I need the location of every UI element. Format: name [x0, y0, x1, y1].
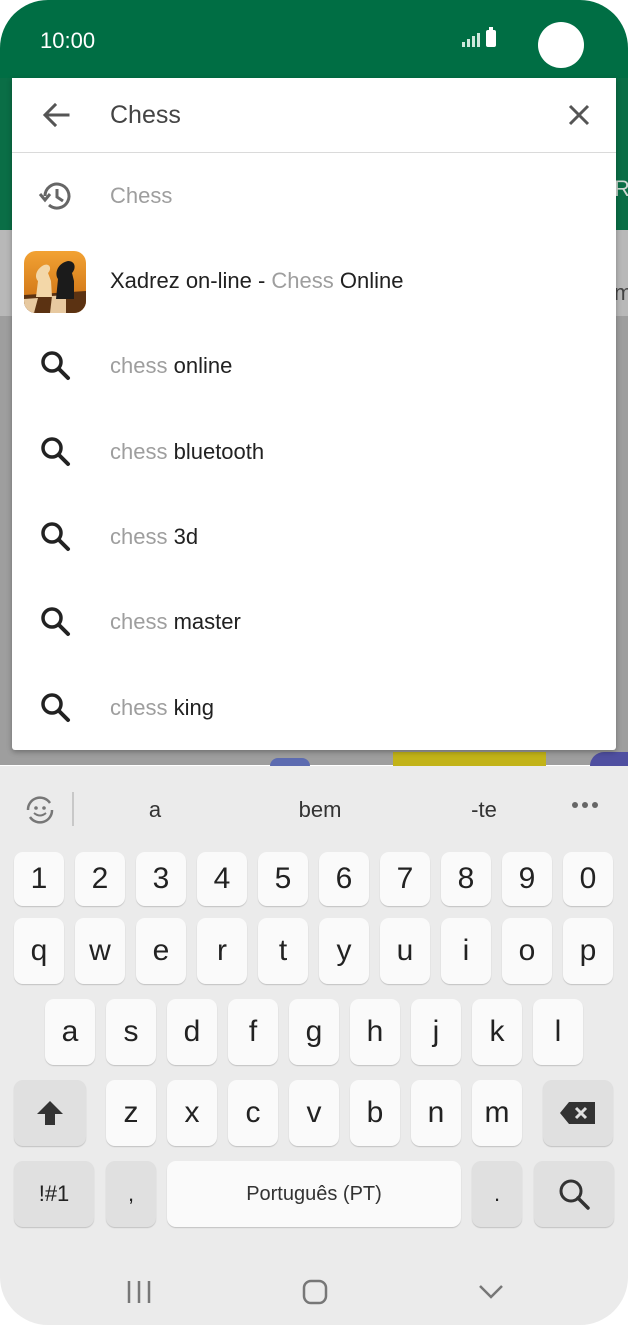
- search-header: [12, 78, 616, 153]
- keyboard-toolbar: a bem -te: [0, 766, 628, 848]
- suggestion-label: chess online: [110, 353, 233, 378]
- search-input[interactable]: [110, 94, 550, 136]
- peek-shape: [270, 758, 310, 766]
- history-icon: [36, 176, 76, 216]
- search-key[interactable]: [534, 1161, 614, 1227]
- key-2[interactable]: 2: [75, 852, 125, 906]
- key-j[interactable]: j: [411, 999, 461, 1065]
- key-y[interactable]: y: [319, 918, 369, 984]
- key-p[interactable]: p: [563, 918, 613, 984]
- search-icon: [36, 346, 76, 386]
- key-l[interactable]: l: [533, 999, 583, 1065]
- suggestion-label: Xadrez on-line - Chess Online: [110, 268, 404, 293]
- navigation-bar: [0, 1258, 628, 1325]
- key-o[interactable]: o: [502, 918, 552, 984]
- key-8[interactable]: 8: [441, 852, 491, 906]
- close-icon[interactable]: [562, 98, 596, 132]
- comma-key[interactable]: ,: [106, 1161, 156, 1227]
- search-icon: [36, 688, 76, 728]
- toolbar-divider: [72, 792, 74, 826]
- key-r[interactable]: r: [197, 918, 247, 984]
- key-e[interactable]: e: [136, 918, 186, 984]
- signal-icon: [462, 31, 480, 47]
- key-t[interactable]: t: [258, 918, 308, 984]
- key-u[interactable]: u: [380, 918, 430, 984]
- suggestion-query[interactable]: chess bluetooth: [12, 410, 616, 496]
- prediction[interactable]: a: [149, 797, 161, 823]
- key-a[interactable]: a: [45, 999, 95, 1065]
- key-s[interactable]: s: [106, 999, 156, 1065]
- camera-cutout: [538, 22, 584, 68]
- back-chevron-icon[interactable]: [467, 1268, 515, 1316]
- key-c[interactable]: c: [228, 1080, 278, 1146]
- shift-icon[interactable]: [14, 1080, 86, 1146]
- key-b[interactable]: b: [350, 1080, 400, 1146]
- backspace-icon[interactable]: [543, 1080, 613, 1146]
- suggestion-label: Chess: [110, 183, 173, 208]
- prediction[interactable]: bem: [299, 797, 342, 823]
- peek-banner-blue: [590, 752, 628, 766]
- key-q[interactable]: q: [14, 918, 64, 984]
- key-h[interactable]: h: [350, 999, 400, 1065]
- suggestion-label: chess bluetooth: [110, 439, 265, 464]
- symbols-key[interactable]: !#1: [14, 1161, 94, 1227]
- key-x[interactable]: x: [167, 1080, 217, 1146]
- battery-icon: [486, 27, 496, 47]
- suggestion-query[interactable]: chess 3d: [12, 495, 616, 581]
- suggestion-app[interactable]: Xadrez on-line - Chess Online: [12, 239, 616, 325]
- space-key[interactable]: Português (PT): [167, 1161, 461, 1227]
- key-d[interactable]: d: [167, 999, 217, 1065]
- key-f[interactable]: f: [228, 999, 278, 1065]
- key-w[interactable]: w: [75, 918, 125, 984]
- key-v[interactable]: v: [289, 1080, 339, 1146]
- home-icon[interactable]: [291, 1268, 339, 1316]
- peek-banner-yellow: [393, 752, 546, 766]
- search-panel: Chess Xadrez on-line - Chess Online: [12, 78, 616, 750]
- suggestion-label: chess master: [110, 609, 241, 634]
- peek-text-r: R: [614, 176, 628, 201]
- status-time: 10:00: [40, 28, 96, 53]
- key-0[interactable]: 0: [563, 852, 613, 906]
- period-key[interactable]: .: [472, 1161, 522, 1227]
- key-k[interactable]: k: [472, 999, 522, 1065]
- keyboard: a bem -te 1 2 3 4 5 6 7 8 9 0 q w e r t …: [0, 766, 628, 1325]
- prediction[interactable]: -te: [471, 797, 497, 823]
- key-m[interactable]: m: [472, 1080, 522, 1146]
- key-5[interactable]: 5: [258, 852, 308, 906]
- key-9[interactable]: 9: [502, 852, 552, 906]
- chess-app-icon: [24, 251, 86, 313]
- key-n[interactable]: n: [411, 1080, 461, 1146]
- search-icon: [36, 602, 76, 642]
- search-icon: [36, 517, 76, 557]
- key-6[interactable]: 6: [319, 852, 369, 906]
- key-7[interactable]: 7: [380, 852, 430, 906]
- key-4[interactable]: 4: [197, 852, 247, 906]
- status-icons: [462, 27, 496, 47]
- peek-text-m: m: [614, 280, 628, 305]
- arrow-left-icon[interactable]: [38, 97, 74, 133]
- suggestion-history[interactable]: Chess: [12, 154, 616, 240]
- suggestion-label: chess 3d: [110, 524, 199, 549]
- sync-icon[interactable]: [20, 790, 60, 830]
- suggestion-label: chess king: [110, 695, 214, 720]
- suggestion-query[interactable]: chess king: [12, 666, 616, 752]
- key-i[interactable]: i: [441, 918, 491, 984]
- search-icon: [36, 432, 76, 472]
- more-options-icon[interactable]: [572, 802, 600, 812]
- key-g[interactable]: g: [289, 999, 339, 1065]
- key-1[interactable]: 1: [14, 852, 64, 906]
- recent-apps-icon[interactable]: [115, 1268, 163, 1316]
- phone-screen: 10:00 R m Chess Chess Xadrez on-line - C…: [0, 0, 628, 1325]
- suggestion-query[interactable]: chess master: [12, 580, 616, 666]
- key-z[interactable]: z: [106, 1080, 156, 1146]
- status-bar: 10:00: [0, 0, 628, 78]
- key-3[interactable]: 3: [136, 852, 186, 906]
- suggestion-query[interactable]: chess online: [12, 324, 616, 410]
